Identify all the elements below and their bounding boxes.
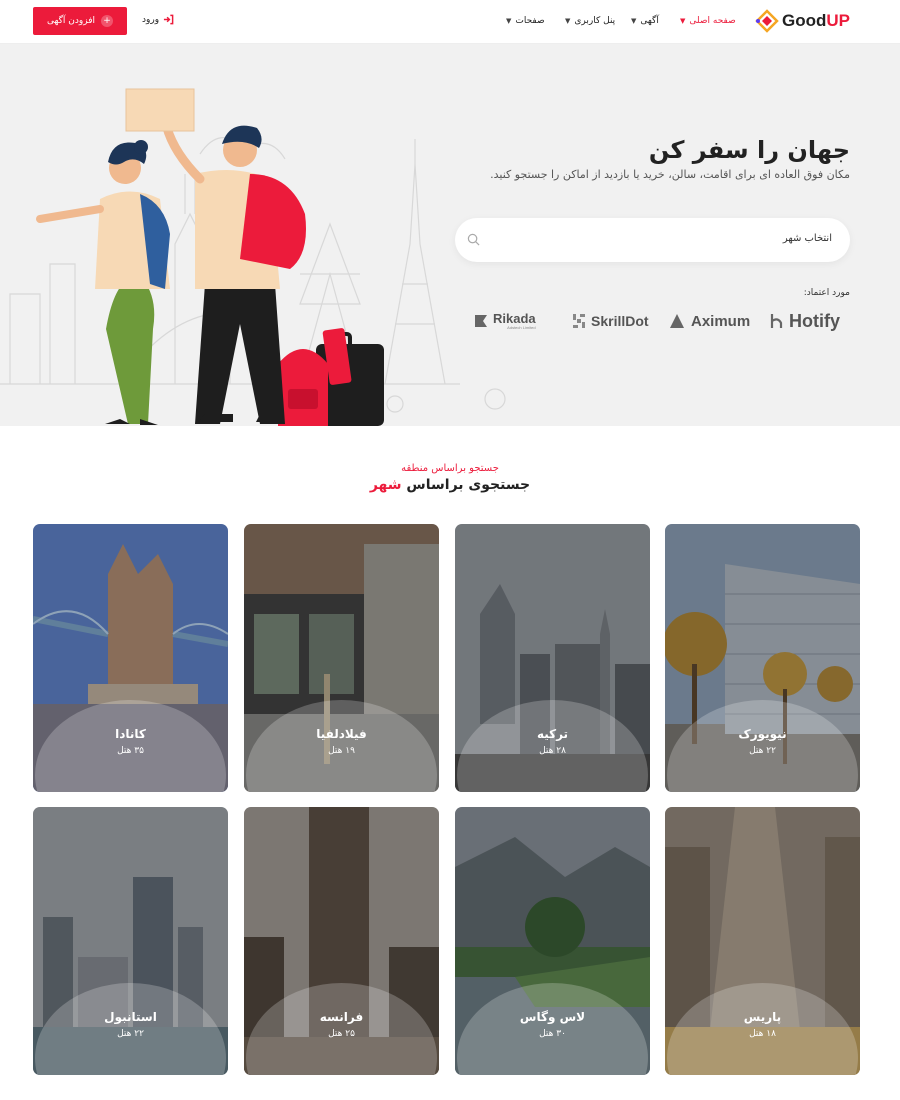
hotel-count: ۱۹ هتل: [328, 746, 355, 756]
brand-rikada-tagline: Adstech Limited: [507, 325, 536, 330]
nav-user-panel[interactable]: ▼ پنل کاربری: [565, 14, 615, 28]
hotel-count: ۳۰ هتل: [539, 1029, 566, 1039]
brand-aximum: Aximum: [669, 310, 750, 332]
hotify-logo-icon: [770, 314, 783, 328]
city-card-canada[interactable]: کانادا ۳۵ هتل: [33, 524, 228, 792]
site-header: Good UP ▼ صفحه اصلی ▼ آگهی ▼ پنل کاربری ▼…: [0, 0, 900, 44]
login-label: ورود: [142, 14, 160, 25]
brand-skrilldot-label: SkrillDot: [591, 313, 649, 329]
section-title-accent: شهر: [369, 477, 402, 493]
search-placeholder: انتخاب شهر: [782, 233, 832, 244]
city-search-input[interactable]: انتخاب شهر: [455, 218, 850, 262]
plus-icon: +: [101, 15, 114, 27]
brand-rikada: Rikada Adstech Limited: [473, 310, 536, 332]
city-name: استانبول: [104, 1010, 157, 1024]
chevron-down-icon: ▼: [565, 17, 571, 25]
search-icon[interactable]: [467, 233, 480, 246]
nav-listings-label: آگهی: [640, 16, 659, 26]
city-card-france[interactable]: فرانسه ۲۵ هتل: [244, 807, 439, 1075]
hero-title: جهان را سفر کن: [648, 136, 850, 164]
brand-hotify: Hotify: [767, 310, 840, 332]
hotel-count: ۱۸ هتل: [749, 1029, 776, 1039]
city-card-paris[interactable]: پاریس ۱۸ هتل: [665, 807, 860, 1075]
logo-icon: [755, 9, 779, 33]
logo-text-up: UP: [826, 11, 851, 30]
nav-home[interactable]: ▼ صفحه اصلی: [680, 14, 736, 28]
section-title-prefix: جستجوی براساس: [401, 477, 531, 493]
chevron-down-icon: ▼: [631, 17, 637, 25]
city-card-istanbul[interactable]: استانبول ۲۲ هتل: [33, 807, 228, 1075]
hero-section: جهان را سفر کن مکان فوق العاده ای برای ا…: [0, 44, 900, 426]
nav-user-panel-label: پنل کاربری: [574, 16, 616, 26]
city-name: فرانسه: [319, 1010, 364, 1024]
hotel-count: ۲۸ هتل: [539, 746, 566, 756]
brand-aximum-label: Aximum: [691, 312, 751, 330]
section-title: جستجوی براساس شهر: [0, 477, 900, 493]
nav-home-label: صفحه اصلی: [689, 16, 736, 26]
hotel-count: ۲۲ هتل: [749, 746, 776, 756]
login-link[interactable]: ورود: [142, 14, 174, 25]
nav-pages-label: صفحات: [515, 16, 545, 26]
brand-hotify-label: Hotify: [789, 310, 840, 331]
trusted-by-label: مورد اعتماد:: [803, 288, 850, 298]
city-name: کانادا: [115, 727, 146, 741]
nav-listings[interactable]: ▼ آگهی: [631, 14, 659, 28]
skrilldot-logo-icon: [573, 314, 585, 328]
hero-subtitle: مکان فوق العاده ای برای اقامت، سالن، خری…: [490, 168, 850, 181]
add-listing-label: افزودن آگهی: [46, 16, 96, 26]
hotel-count: ۲۲ هتل: [117, 1029, 144, 1039]
city-name: ترکیه: [536, 727, 569, 741]
city-name: فیلادلفیا: [316, 727, 367, 741]
city-card-turkey[interactable]: ترکیه ۲۸ هتل: [455, 524, 650, 792]
nav-pages[interactable]: ▼ صفحات: [506, 14, 545, 28]
city-name: پاریس: [743, 1010, 782, 1024]
brand-rikada-label: Rikada: [493, 311, 536, 326]
city-card-philadelphia[interactable]: فیلادلفیا ۱۹ هتل: [244, 524, 439, 792]
city-card-las-vegas[interactable]: لاس وگاس ۳۰ هتل: [455, 807, 650, 1075]
city-name: لاس وگاس: [519, 1010, 586, 1024]
rikada-logo-icon: [475, 315, 487, 327]
brand-skrilldot: SkrillDot: [571, 310, 649, 332]
logo[interactable]: Good UP: [755, 8, 850, 34]
sign-in-icon: [163, 14, 174, 25]
chevron-down-icon: ▼: [506, 17, 512, 25]
city-name: نیویورک: [738, 727, 787, 741]
add-listing-button[interactable]: افزودن آگهی +: [33, 7, 127, 35]
hotel-count: ۲۵ هتل: [328, 1029, 355, 1039]
logo-text-good: Good: [782, 11, 827, 30]
aximum-logo-icon: [670, 314, 684, 328]
city-card-newyork[interactable]: نیویورک ۲۲ هتل: [665, 524, 860, 792]
chevron-down-icon: ▼: [680, 17, 686, 25]
hotel-count: ۳۵ هتل: [117, 746, 144, 756]
section-subtitle: جستجو براساس منطقه: [401, 463, 499, 474]
